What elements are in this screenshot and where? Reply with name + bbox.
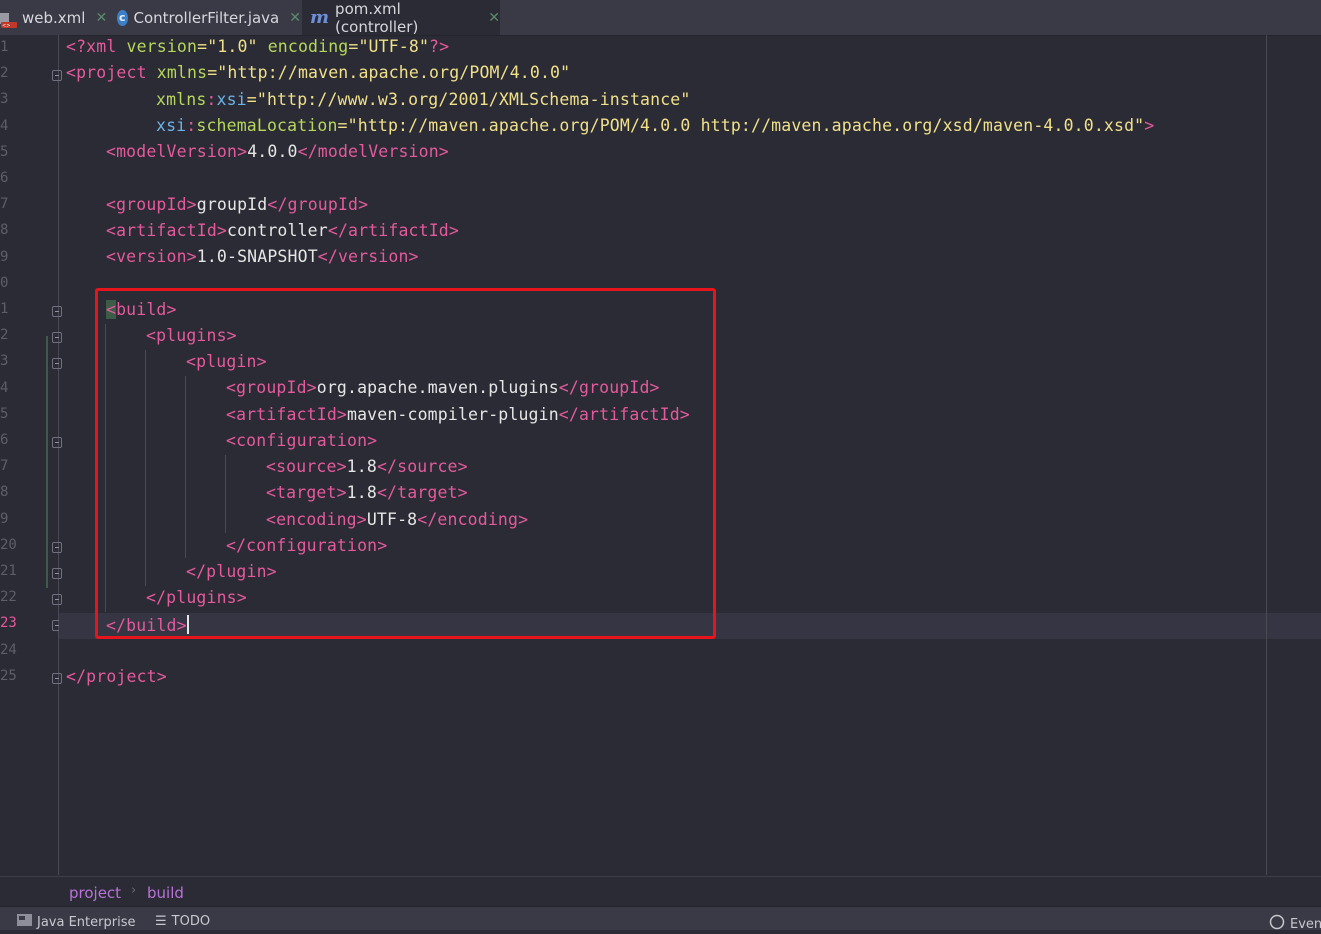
breadcrumb-item-build[interactable]: build [147,884,184,902]
line-number: 23 [0,615,17,632]
line-number: 5 [0,405,9,422]
tab-label: pom.xml (controller) [335,0,419,36]
code-line-4: xsi:schemaLocation="http://maven.apache.… [156,116,1155,135]
line-number: 9 [0,248,9,265]
line-number: 1 [0,301,9,317]
code-line-3: xmlns:xsi="http://www.w3.org/2001/XMLSch… [156,90,691,109]
code-line-9: <version>1.0-SNAPSHOT</version> [106,247,419,266]
tab-label: ControllerFilter.java [133,8,280,27]
tab-controller-filter-java[interactable]: c ControllerFilter.java ✕ [117,0,301,35]
tab-pom-xml[interactable]: m pom.xml (controller) ✕ [302,0,500,36]
tab-web-xml[interactable]: <> web.xml ✕ [0,0,107,35]
event-log-icon [1269,914,1285,934]
line-number: 7 [0,196,9,213]
java-class-icon: c [117,9,128,26]
line-number: 6 [0,432,9,448]
maven-icon: m [310,7,330,28]
code-line-7: <groupId>groupId</groupId> [106,195,369,214]
line-number: 6 [0,170,9,186]
line-number: 5 [0,143,9,160]
line-number: 1 [0,39,9,55]
line-number: 4 [0,117,9,134]
line-number: 4 [0,379,9,396]
line-number: 8 [0,484,9,501]
code-line-8: <artifactId>controller</artifactId> [106,221,459,240]
line-number: 9 [0,510,9,527]
svg-text:<>: <> [2,23,10,29]
todo-tool-button[interactable]: ☰ TODO [155,914,210,929]
line-number: 3 [0,91,9,108]
tool-label: TODO [171,914,211,929]
line-number: 7 [0,458,9,475]
code-line-5: <modelVersion>4.0.0</modelVersion> [106,142,449,161]
right-margin-guide [1266,35,1267,875]
java-enterprise-icon [17,914,32,930]
line-number: 8 [0,222,9,239]
line-number: 24 [0,641,17,658]
tool-window-bar: Java Enterprise ☰ TODO Event [0,906,1321,932]
breadcrumb: project › build [0,876,1321,907]
line-number: 25 [0,667,17,684]
line-number-gutter[interactable] [0,35,59,875]
event-log-tool-button[interactable]: Event [1269,914,1321,934]
highlight-box [95,288,716,639]
close-icon[interactable]: ✕ [95,10,107,26]
list-icon: ☰ [155,914,167,929]
vcs-change-marker [46,336,48,588]
line-number: 22 [0,589,17,606]
code-line-25: </project> [66,667,167,686]
tool-label: Event [1290,916,1321,932]
line-number: 21 [0,563,17,579]
editor-tab-bar: <> web.xml ✕ c ControllerFilter.java ✕ m… [0,0,1321,36]
java-enterprise-tool-button[interactable]: Java Enterprise [17,914,135,930]
xml-file-icon: <> [0,10,17,29]
close-icon[interactable]: ✕ [289,10,301,26]
breadcrumb-item-project[interactable]: project [69,884,121,902]
chevron-right-icon: › [131,883,137,898]
line-number: 0 [0,274,9,291]
line-number: 2 [0,65,9,82]
tool-label: Java Enterprise [37,914,136,930]
tab-label: web.xml [22,8,86,27]
line-number: 20 [0,536,17,553]
close-icon[interactable]: ✕ [488,10,500,26]
code-line-1: <?xml version="1.0" encoding="UTF-8"?> [66,37,450,56]
line-number: 2 [0,327,9,344]
code-line-2: <project xmlns="http://maven.apache.org/… [66,63,571,82]
line-number: 3 [0,353,9,370]
